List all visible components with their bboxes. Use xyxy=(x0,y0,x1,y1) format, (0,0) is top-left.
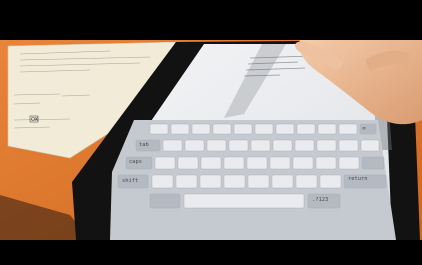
key-shift: shift xyxy=(122,178,139,184)
key-return: return xyxy=(348,176,368,182)
photo-scene: tab return shift caps ⌫ .?123 OK xyxy=(0,40,422,240)
key-numbers: .?123 xyxy=(312,197,329,203)
photo-illustration xyxy=(0,40,422,240)
key-tab: tab xyxy=(139,142,149,148)
letterbox-bottom xyxy=(0,240,422,265)
checkbox-label: OK xyxy=(31,117,39,123)
key-delete: ⌫ xyxy=(362,126,366,132)
key-caps: caps xyxy=(129,159,142,165)
letterbox-top xyxy=(0,0,422,40)
